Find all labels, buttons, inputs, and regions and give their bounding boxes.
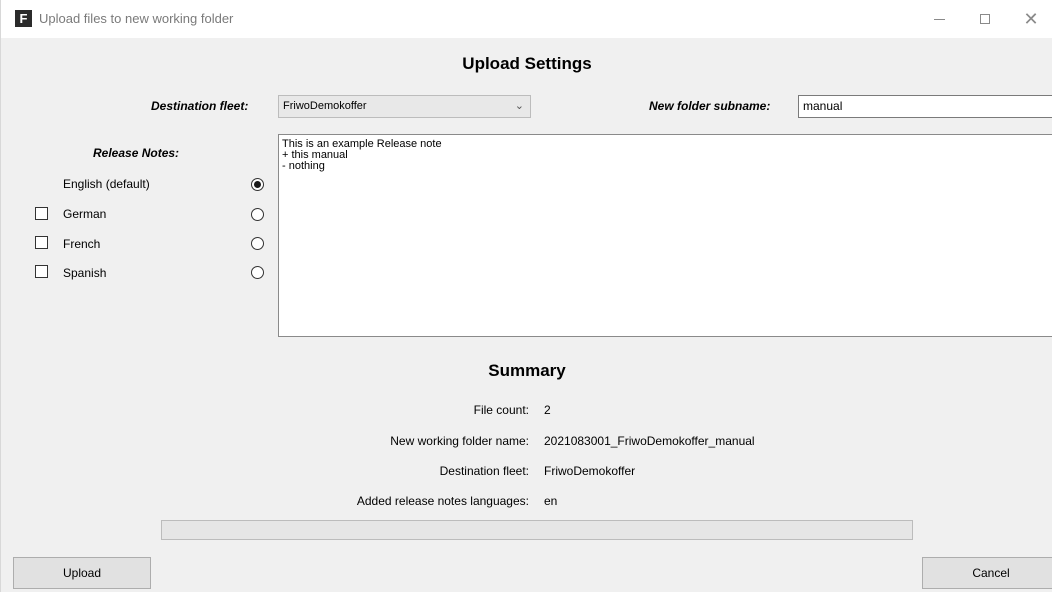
release-notes-label: Release Notes:: [93, 146, 180, 160]
release-note-line: + this manual: [282, 149, 348, 161]
upload-dialog-window: F Upload files to new working folder ✕ U…: [0, 0, 1052, 592]
checkbox-spanish[interactable]: [35, 265, 48, 278]
summary-value-folder-name: 2021083001_FriwoDemokoffer_manual: [544, 434, 755, 448]
new-folder-subname-label: New folder subname:: [649, 99, 771, 113]
release-notes-textarea[interactable]: This is an example Release note + this m…: [278, 134, 1052, 337]
title-bar[interactable]: F Upload files to new working folder ✕: [1, 0, 1052, 38]
minimize-button[interactable]: [916, 0, 962, 38]
chevron-down-icon: ⌄: [514, 100, 524, 112]
maximize-icon: [980, 14, 990, 24]
summary-label-languages: Added release notes languages:: [356, 494, 529, 508]
maximize-button[interactable]: [962, 0, 1008, 38]
destination-fleet-label: Destination fleet:: [151, 99, 249, 113]
new-folder-subname-input[interactable]: manual: [798, 95, 1052, 118]
summary-label-destination-fleet: Destination fleet:: [439, 464, 529, 478]
release-note-line: - nothing: [282, 160, 325, 172]
destination-fleet-value: FriwoDemokoffer: [283, 100, 367, 112]
close-button[interactable]: ✕: [1008, 0, 1052, 38]
language-label-german: German: [63, 207, 107, 221]
destination-fleet-select[interactable]: FriwoDemokoffer ⌄: [278, 95, 531, 118]
release-note-line: This is an example Release note: [282, 138, 442, 150]
language-label-english: English (default): [63, 177, 150, 191]
summary-value-languages: en: [544, 494, 558, 508]
summary-label-file-count: File count:: [473, 403, 529, 417]
radio-english[interactable]: [251, 178, 264, 191]
upload-progress-bar: [161, 520, 913, 540]
upload-settings-heading: Upload Settings: [462, 54, 592, 73]
radio-french[interactable]: [251, 237, 264, 250]
summary-label-folder-name: New working folder name:: [390, 434, 529, 448]
checkbox-german[interactable]: [35, 207, 48, 220]
minimize-icon: [933, 18, 945, 20]
summary-value-destination-fleet: FriwoDemokoffer: [544, 464, 636, 478]
cancel-button[interactable]: Cancel: [922, 557, 1052, 589]
window-title: Upload files to new working folder: [39, 11, 234, 26]
checkbox-french[interactable]: [35, 236, 48, 249]
radio-german[interactable]: [251, 208, 264, 221]
radio-spanish[interactable]: [251, 266, 264, 279]
language-label-spanish: Spanish: [63, 266, 107, 280]
language-label-french: French: [63, 237, 101, 251]
summary-value-file-count: 2: [544, 403, 551, 417]
close-icon: ✕: [1023, 9, 1039, 29]
app-logo-icon: F: [15, 10, 32, 27]
summary-heading: Summary: [488, 361, 566, 380]
upload-button[interactable]: Upload: [13, 557, 151, 589]
